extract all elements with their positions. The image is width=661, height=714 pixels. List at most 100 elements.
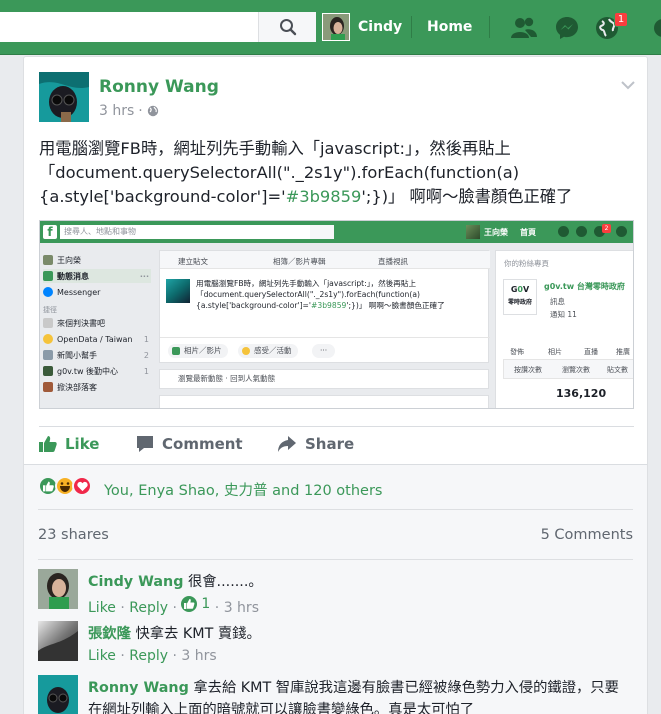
- embedded-more-button: ···: [312, 344, 336, 358]
- embedded-nav-label: 新聞小幫手: [57, 350, 97, 360]
- embedded-search-button: [310, 225, 334, 239]
- embedded-photo-button: 相片／影片: [168, 344, 228, 358]
- reactions-summary-link[interactable]: You, Enya Shao, 史力普 and 120 others: [104, 479, 382, 500]
- comment-reaction-count[interactable]: 1: [181, 593, 210, 615]
- public-globe-icon: [147, 105, 158, 117]
- comment-meta: Like · Reply · 3 hrs: [88, 648, 217, 664]
- comment-reply-link[interactable]: Reply: [129, 648, 168, 664]
- embedded-nav-item: 王向榮: [43, 253, 151, 267]
- author-name-link[interactable]: Ronny Wang: [99, 77, 219, 97]
- embedded-tab: 直播視訊: [378, 257, 408, 266]
- embedded-nav-item: OpenData / Taiwan 1: [43, 332, 151, 346]
- embedded-page-actions: 發佈 相片 直播 推廣: [496, 333, 633, 357]
- embedded-text-color: #3b9859: [311, 301, 347, 310]
- commenter-name-link[interactable]: Cindy Wang: [88, 574, 183, 590]
- embedded-stat-tab: 瀏覽次數: [562, 366, 590, 374]
- embedded-page-action: 直播: [584, 348, 598, 356]
- embedded-avatar: [466, 225, 480, 239]
- search-button[interactable]: [258, 12, 316, 42]
- embedded-nav-icon: [43, 318, 53, 328]
- shares-count-link[interactable]: 23 shares: [38, 527, 109, 543]
- embedded-nav-label: 捷徑: [43, 306, 57, 314]
- top-navigation-bar: Cindy Home 1: [0, 0, 661, 55]
- profile-name-link[interactable]: Cindy: [358, 19, 402, 35]
- like-button[interactable]: Like: [39, 435, 99, 453]
- embedded-page-action: 相片: [548, 348, 562, 356]
- messenger-icon[interactable]: [554, 15, 580, 41]
- commenter-avatar[interactable]: [38, 675, 78, 714]
- embedded-nav-label: g0v.tw 後勤中心: [57, 366, 119, 376]
- divider: [38, 559, 633, 560]
- embedded-nav-count: 1: [143, 334, 149, 344]
- help-icon[interactable]: [650, 15, 661, 41]
- embedded-nav-label: OpenData / Taiwan: [57, 334, 133, 344]
- search-icon: [279, 19, 296, 36]
- post-text-part: ';})」 啊啊～臉書顏色正確了: [361, 187, 573, 206]
- comment-body: Ronny Wang 拿去給 KMT 智庫說我這邊有臉書已經被綠色勢力入侵的鐵證…: [88, 677, 633, 714]
- comment-item: Cindy Wang 很會.......。 Like · Reply · 1 ·…: [38, 569, 633, 619]
- comments-count-link[interactable]: 5 Comments: [541, 527, 633, 543]
- comment-time[interactable]: 3 hrs: [224, 600, 259, 616]
- thumbs-up-icon: [39, 436, 57, 452]
- comment-label: Comment: [162, 435, 243, 453]
- post-feedback-section: You, Enya Shao, 史力普 and 120 others 23 sh…: [24, 464, 647, 714]
- comment-likes-number: 1: [201, 596, 211, 612]
- friend-requests-icon[interactable]: [511, 15, 537, 41]
- search-input[interactable]: [0, 12, 258, 42]
- share-button[interactable]: Share: [277, 435, 354, 453]
- embedded-nav-label: 來個判決書吧: [57, 318, 105, 328]
- commenter-avatar[interactable]: [38, 569, 78, 609]
- comment-reply-link[interactable]: Reply: [129, 600, 168, 616]
- commenter-name-link[interactable]: 張欽隆: [88, 626, 131, 642]
- comment-time[interactable]: 3 hrs: [181, 648, 216, 664]
- comment-like-link[interactable]: Like: [88, 648, 116, 664]
- commenter-name-link[interactable]: Ronny Wang: [88, 680, 189, 696]
- share-label: Share: [305, 435, 355, 453]
- commenter-avatar[interactable]: [38, 621, 78, 661]
- embedded-composer: 建立貼文 相簿／影片專輯 直播視訊 用電腦瀏覽FB時，網址列先手動輸入「java…: [159, 250, 490, 363]
- profile-avatar[interactable]: [322, 13, 350, 41]
- post-timestamp[interactable]: 3 hrs: [99, 103, 134, 119]
- embedded-tab: 相簿／影片專輯: [273, 257, 326, 266]
- embedded-composer-tabs: 建立貼文 相簿／影片專輯 直播視訊: [160, 251, 490, 269]
- embedded-feeling-button: 感受／活動: [238, 344, 298, 358]
- embedded-nav-icon: [43, 255, 53, 265]
- meta-separator: ·: [138, 103, 143, 119]
- divider: [38, 509, 633, 510]
- embedded-nav-label: 動態消息: [57, 271, 89, 281]
- embedded-nav-label: 王向榮: [57, 255, 81, 265]
- embedded-feed-card: [159, 395, 489, 408]
- post-action-bar: Like Comment Share: [39, 426, 634, 464]
- reaction-icons[interactable]: [38, 476, 92, 496]
- embedded-nav-item: g0v.tw 後勤中心 1: [43, 364, 151, 378]
- embedded-nav-count: 2: [143, 350, 149, 360]
- embedded-stats-tabs: 按讚次數 瀏覽次數 貼文數: [503, 359, 633, 379]
- nav-divider: [489, 16, 490, 38]
- embedded-page-name: g0v.tw 台灣零時政府: [544, 282, 625, 291]
- post-meta: 3 hrs ·: [99, 103, 159, 119]
- embedded-page-messages: 訊息: [550, 297, 565, 306]
- share-arrow-icon: [278, 436, 296, 452]
- author-avatar[interactable]: [39, 72, 89, 122]
- embedded-nav-icon: [43, 271, 53, 281]
- embedded-nav-icon: [43, 366, 53, 376]
- embedded-nav-icon: [43, 382, 53, 392]
- embedded-nav-count: 1: [143, 366, 149, 376]
- embedded-badge: 2: [602, 224, 611, 233]
- notifications-badge: 1: [614, 12, 628, 27]
- post-screenshot-image[interactable]: f 搜尋人、地點和事物 王向榮 首頁 2 王向榮 動態消息 ··· Messeng…: [39, 220, 634, 409]
- love-reaction-icon: [72, 476, 92, 496]
- comment-button[interactable]: Comment: [136, 435, 661, 453]
- comment-like-link[interactable]: Like: [88, 600, 116, 616]
- post-text-color-code: #3b9859: [285, 187, 362, 206]
- home-link[interactable]: Home: [427, 19, 472, 35]
- embedded-help-icon: [616, 226, 627, 237]
- embedded-user-name: 王向榮: [484, 228, 508, 237]
- embedded-nav-icon: [43, 287, 53, 297]
- embedded-nav-icon: [43, 350, 53, 360]
- embedded-nav-item: 動態消息 ···: [43, 269, 151, 283]
- post-options-chevron-icon[interactable]: [621, 75, 635, 94]
- embedded-nav-item: Messenger: [43, 285, 151, 299]
- embedded-stat-tab: 按讚次數: [514, 366, 542, 374]
- embedded-feed-option: 瀏覽最新動態 · 回到人氣動態: [159, 369, 489, 389]
